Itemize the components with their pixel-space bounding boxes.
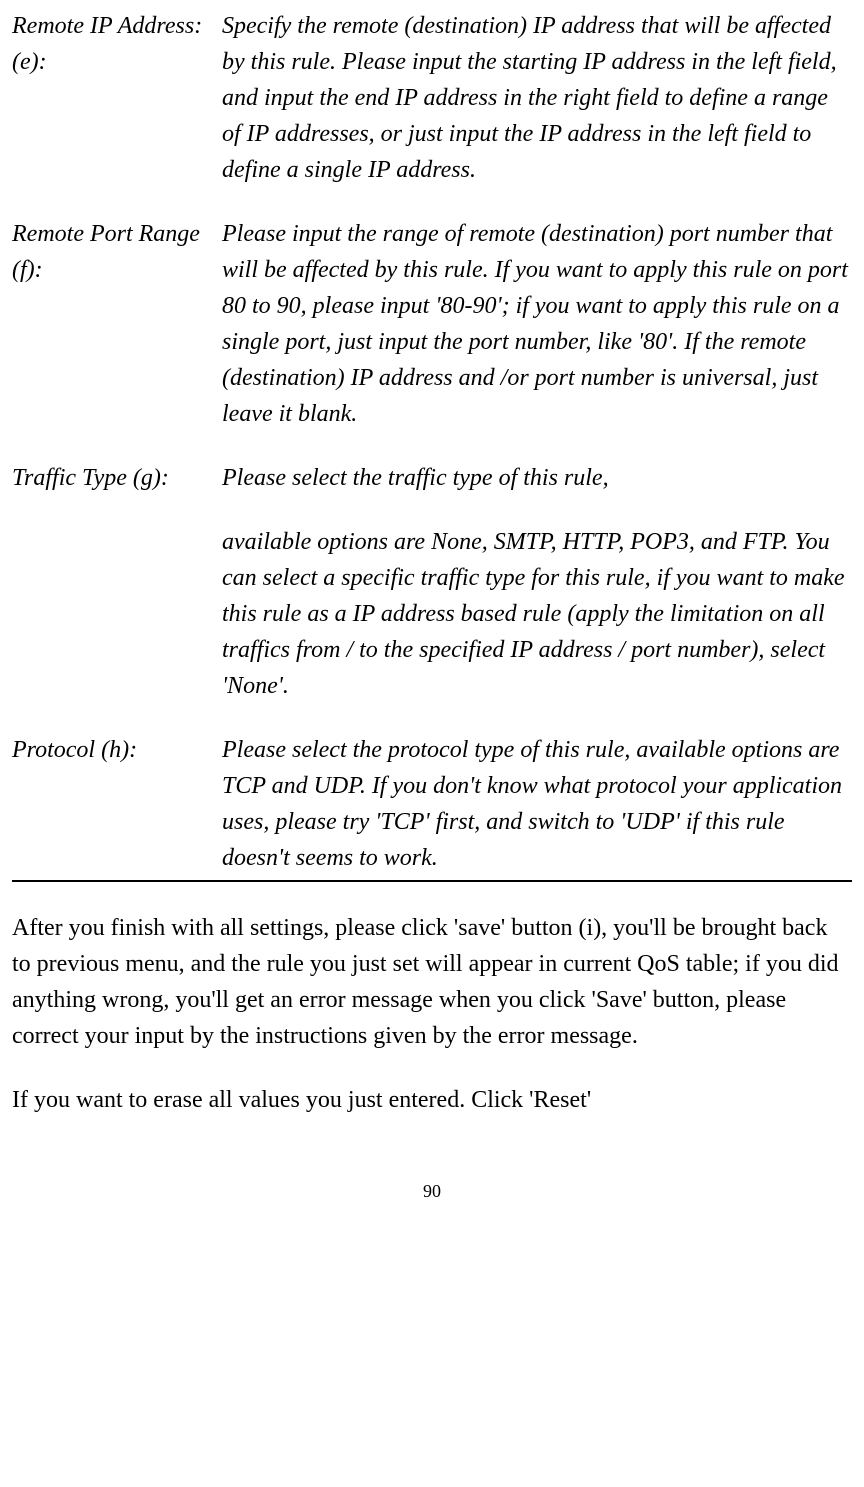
body-paragraph: After you finish with all settings, plea… <box>12 910 852 1054</box>
definition-description: Please select the traffic type of this r… <box>222 460 852 732</box>
description-paragraph: Please select the traffic type of this r… <box>222 460 852 496</box>
page-number: 90 <box>12 1178 852 1205</box>
definition-row: Remote Port Range (f): Please input the … <box>12 216 852 460</box>
definition-row: Remote IP Address: (e): Specify the remo… <box>12 8 852 216</box>
definition-term: Remote IP Address: (e): <box>12 8 222 216</box>
definition-description: Please input the range of remote (destin… <box>222 216 852 460</box>
definition-description: Specify the remote (destination) IP addr… <box>222 8 852 216</box>
definition-row: Traffic Type (g): Please select the traf… <box>12 460 852 732</box>
body-paragraph: If you want to erase all values you just… <box>12 1082 852 1118</box>
definition-description: Please select the protocol type of this … <box>222 732 852 881</box>
description-paragraph: Please input the range of remote (destin… <box>222 216 852 432</box>
definition-term: Protocol (h): <box>12 732 222 881</box>
description-paragraph: Please select the protocol type of this … <box>222 732 852 876</box>
description-paragraph: available options are None, SMTP, HTTP, … <box>222 524 852 704</box>
definition-term: Remote Port Range (f): <box>12 216 222 460</box>
definition-row: Protocol (h): Please select the protocol… <box>12 732 852 881</box>
description-paragraph: Specify the remote (destination) IP addr… <box>222 8 852 188</box>
definition-table: Remote IP Address: (e): Specify the remo… <box>12 8 852 882</box>
definition-term: Traffic Type (g): <box>12 460 222 732</box>
